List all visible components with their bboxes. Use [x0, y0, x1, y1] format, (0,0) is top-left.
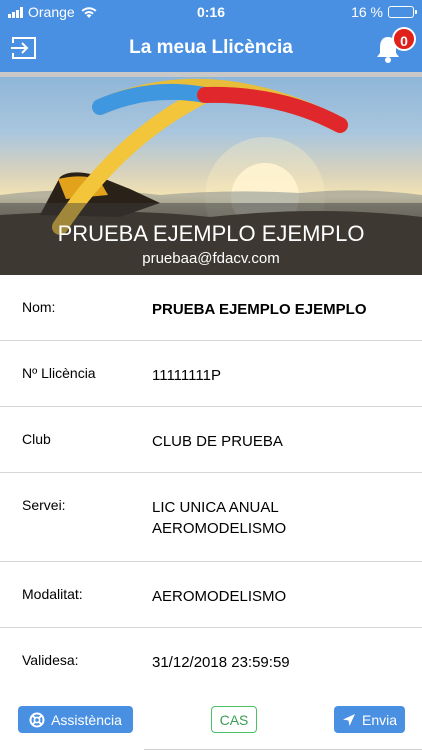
row-nom: Nom: PRUEBA EJEMPLO EJEMPLO [0, 275, 422, 341]
row-label: Validesa: [22, 652, 79, 668]
nav-bar: La meua Llicència 0 [0, 24, 422, 72]
row-label: Servei: [22, 497, 66, 513]
bottom-toolbar: Assistència CAS Envia [0, 688, 422, 750]
location-arrow-icon [342, 713, 355, 726]
battery-icon [388, 6, 417, 18]
battery-percent: 16 % [351, 4, 383, 20]
row-modalitat: Modalitat: AEROMODELISMO [0, 562, 422, 628]
row-label: Modalitat: [22, 586, 83, 602]
row-value: 11111111P [152, 367, 221, 384]
row-value: LIC UNICA ANUAL AEROMODELISMO [152, 497, 412, 539]
row-value-line-1: LIC UNICA ANUAL [152, 499, 279, 516]
profile-banner: PRUEBA EJEMPLO EJEMPLO pruebaa@fdacv.com [0, 77, 422, 275]
assistance-label: Assistència [51, 711, 122, 728]
cas-button[interactable]: CAS [211, 706, 257, 733]
status-right: 16 % [351, 4, 417, 20]
row-value-line-2: AEROMODELISMO [152, 520, 287, 537]
profile-email: pruebaa@fdacv.com [142, 250, 280, 267]
page-title: La meua Llicència [129, 37, 293, 58]
notification-badge: 0 [392, 27, 416, 51]
cas-label: CAS [219, 711, 249, 728]
row-label: Nº Llicència [22, 365, 96, 381]
row-label: Club [22, 431, 51, 447]
license-details: Nom: PRUEBA EJEMPLO EJEMPLO Nº Llicència… [0, 275, 422, 694]
row-value: AEROMODELISMO [152, 588, 287, 605]
send-label: Envia [361, 711, 398, 728]
row-club: Club CLUB DE PRUEBA [0, 407, 422, 473]
profile-name: PRUEBA EJEMPLO EJEMPLO [57, 221, 365, 246]
row-servei: Servei: LIC UNICA ANUAL AEROMODELISMO [0, 473, 422, 562]
row-value: 31/12/2018 23:59:59 [152, 654, 290, 671]
lifebuoy-icon [29, 712, 45, 727]
row-validesa: Validesa: 31/12/2018 23:59:59 [0, 628, 422, 694]
row-value: PRUEBA EJEMPLO EJEMPLO [152, 301, 367, 318]
row-value: CLUB DE PRUEBA [152, 433, 283, 450]
row-label: Nom: [22, 299, 56, 315]
assistance-button[interactable]: Assistència [18, 706, 133, 733]
row-llicencia: Nº Llicència 11111111P [0, 341, 422, 407]
send-button[interactable]: Envia [334, 706, 405, 733]
status-bar: Orange 0:16 16 % [0, 0, 422, 24]
